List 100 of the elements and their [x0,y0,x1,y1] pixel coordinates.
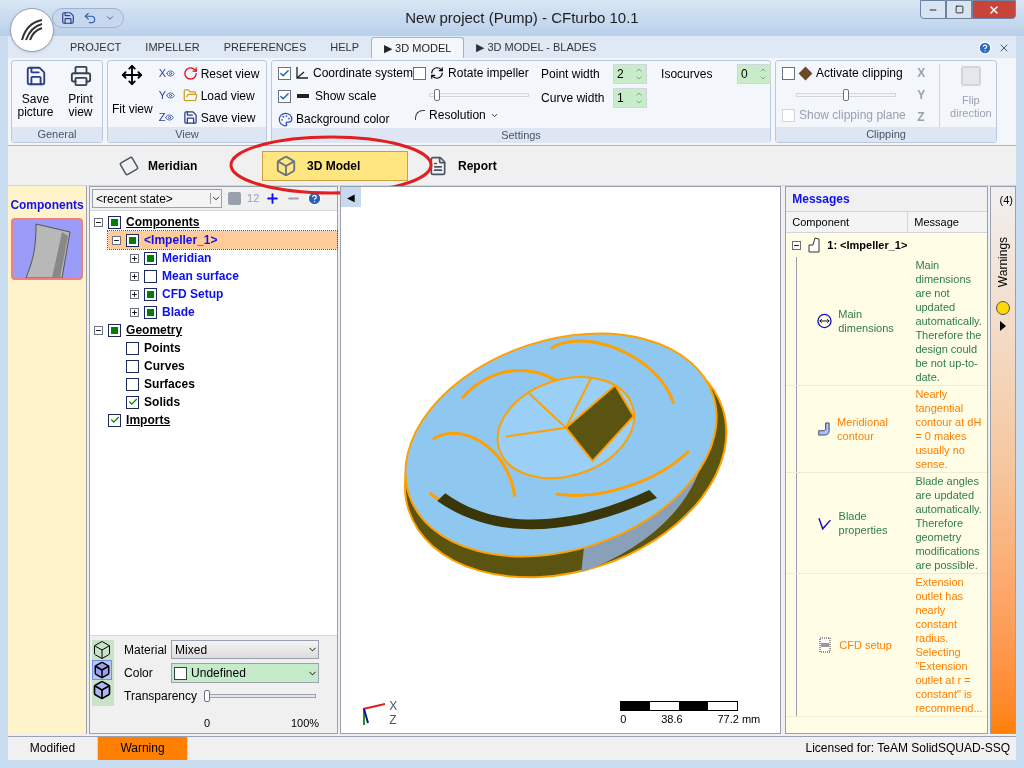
tree-row[interactable]: Solids [108,393,338,411]
view-tab[interactable]: Report [416,150,562,181]
color-icon [278,111,293,127]
message-row[interactable]: Main dimensions Main dimensions are not updated automatically. Therefore the design could be not up-to-date. [786,257,988,386]
tree-row[interactable]: Curves [108,357,338,375]
components-title: Components [10,197,84,214]
tree-label: Geometry [126,322,183,339]
checkbox[interactable] [108,215,122,229]
checkbox[interactable] [126,395,140,409]
color-dropdown[interactable]: Undefined [171,663,320,683]
minimize-button[interactable] [920,0,946,19]
tree-row[interactable]: <Impeller_1> [108,231,338,249]
checkbox[interactable] [126,233,140,247]
axis-view-button[interactable]: Z [158,109,179,126]
checkbox[interactable] [278,66,291,80]
checkbox[interactable] [278,89,291,103]
view-button[interactable]: Load view [182,86,255,105]
checkbox[interactable] [108,413,122,427]
undo-icon[interactable] [83,11,97,25]
slider[interactable] [429,89,530,101]
checkbox[interactable] [144,251,158,265]
tree-row[interactable]: Blade [126,303,338,321]
expand-icon[interactable] [130,253,140,263]
ribbon-tab[interactable]: HELP [318,37,372,58]
axis-view-button[interactable]: Y [158,87,179,104]
component-name: Meridional contour [837,415,889,443]
checkbox-label: Rotate impeller [448,65,529,82]
checkbox[interactable] [126,377,140,391]
checkbox[interactable] [126,341,140,355]
tree-row[interactable]: Components [90,213,338,231]
warning-icon [996,301,1011,315]
contour-icon [817,421,832,437]
checkbox[interactable] [144,305,158,319]
tree-row[interactable]: Mean surface [126,267,338,285]
fit-view-button[interactable]: Fit view [112,64,153,127]
slider[interactable] [796,89,896,101]
expand-arrow-icon[interactable] [1000,321,1007,331]
save-icon[interactable] [61,11,75,25]
number-spinner[interactable]: 1 [613,88,648,108]
warnings-tab[interactable]: Warnings [994,227,1013,297]
message-row[interactable]: Blade properties Blade angles are updated automatically. Therefore geometry modifications are possible. [786,473,988,574]
close-button[interactable] [972,0,1016,19]
checkbox[interactable] [144,287,158,301]
collapse-icon[interactable] [94,217,104,227]
field-label: Curve width [541,90,606,107]
maximize-button[interactable] [946,0,972,19]
add-icon[interactable] [265,191,281,206]
material-dropdown[interactable]: Mixed [171,640,320,659]
checkbox[interactable] [782,66,795,80]
slider[interactable] [204,690,317,702]
ribbon-tab[interactable]: PREFERENCES [211,37,319,58]
ribbon-tab[interactable]: IMPELLER [133,37,212,58]
view-button[interactable]: Reset view [182,64,260,83]
axis-view-button[interactable]: X [158,65,179,82]
print-view-button[interactable]: Print view [60,65,101,127]
state-dropdown[interactable]: <recent state> [92,189,223,208]
app-logo[interactable] [10,8,54,52]
number-spinner[interactable]: 2 [613,64,648,84]
dropdown-icon[interactable] [105,13,115,23]
number-spinner[interactable]: 0 [737,64,772,84]
expand-icon[interactable] [130,271,140,281]
message-text: Extension outlet has nearly constant radius. Selecting "Extension outlet at r = constant" is recommend... [915,575,984,716]
slider-thumb[interactable] [204,690,211,702]
checkbox[interactable] [413,66,427,80]
ribbon-tab[interactable]: ▶ 3D MODEL - BLADES [464,37,609,58]
scale-label: 0 [620,711,627,727]
tree-row[interactable]: Surfaces [108,375,338,393]
expand-icon[interactable] [130,307,140,317]
collapse-panel-button[interactable]: ◀ [341,187,362,207]
shaded-cube-icon[interactable] [92,660,113,680]
component-thumbnail[interactable] [11,218,84,280]
ribbon-tab[interactable]: ▶ 3D MODEL [371,37,465,58]
wireframe-icon[interactable] [92,640,113,660]
view-tab[interactable]: 3D Model [262,150,408,181]
column-header[interactable]: Message [908,212,988,232]
checkbox[interactable] [108,323,122,337]
tree-row[interactable]: Geometry [90,321,338,339]
save-picture-button[interactable]: Save picture [13,65,58,127]
tree-label: Curves [144,358,185,375]
close-icon[interactable] [998,42,1010,54]
expand-icon[interactable] [130,289,140,299]
help-icon[interactable] [978,41,992,55]
tree-row[interactable]: Imports [90,411,338,429]
collapse-icon[interactable] [94,325,104,335]
tree-row[interactable]: Meridian [126,249,338,267]
resolution-dropdown[interactable]: Resolution [413,106,530,124]
tree-row[interactable]: Points [108,339,338,357]
cube-icon[interactable] [92,680,113,700]
column-header[interactable]: Component [786,212,909,232]
collapse-icon[interactable] [792,240,802,250]
view-button[interactable]: Save view [182,108,256,127]
checkbox[interactable] [144,269,158,283]
collapse-icon[interactable] [112,235,122,245]
ribbon-tab[interactable]: PROJECT [58,37,134,58]
background-color-button[interactable]: Background color [278,110,414,128]
view-tab[interactable]: Meridian [108,150,254,181]
status-field: Licensed for: TeAM SolidSQUAD-SSQ [188,737,1016,760]
checkbox[interactable] [126,359,140,373]
messages-title: Messages [792,191,850,208]
tree-row[interactable]: CFD Setup [126,285,338,303]
